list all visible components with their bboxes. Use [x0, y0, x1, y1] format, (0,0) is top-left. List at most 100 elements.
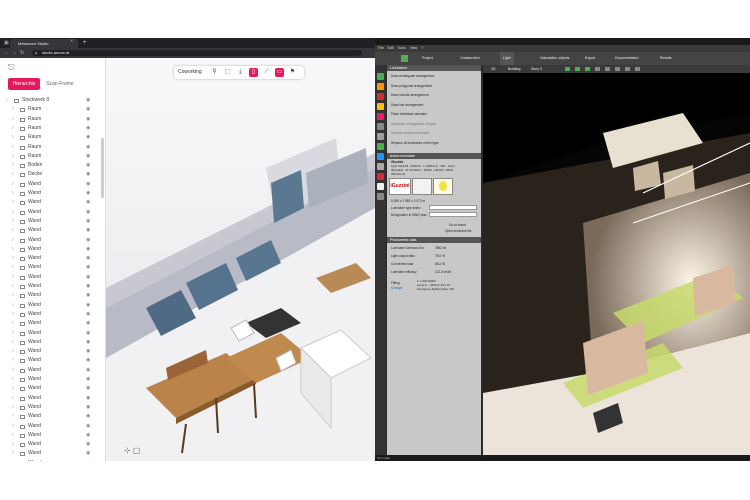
chevron-right-icon[interactable]: › [12, 356, 14, 365]
tool-icon[interactable] [377, 183, 384, 190]
marker-icon[interactable]: ⚑ [288, 68, 297, 77]
change-link[interactable]: Change [391, 286, 402, 290]
tree-item[interactable]: › Wand ◉ [6, 459, 100, 461]
eye-icon[interactable]: ◉ [86, 412, 90, 421]
luminaire-action[interactable]: Automatic arrangement of lights [391, 122, 436, 126]
tree-item[interactable]: › Wand ◉ [6, 208, 100, 217]
chevron-right-icon[interactable]: › [12, 366, 14, 375]
tree-item[interactable]: › Raum ◉ [6, 152, 100, 161]
chevron-right-icon[interactable]: › [12, 329, 14, 338]
chevron-right-icon[interactable]: › [12, 347, 14, 356]
chevron-right-icon[interactable]: › [6, 96, 8, 105]
eye-icon[interactable]: ◉ [86, 180, 90, 189]
measure-icon[interactable]: ⚲ [210, 68, 219, 77]
tool-icon[interactable] [377, 113, 384, 120]
back-icon[interactable]: ← [4, 48, 9, 58]
download-icon[interactable]: ⤓ [236, 68, 245, 77]
chevron-right-icon[interactable]: › [12, 180, 14, 189]
view-option-icon[interactable] [625, 67, 630, 71]
view-option-icon[interactable] [565, 67, 570, 71]
tree-item[interactable]: › Wand ◉ [6, 217, 100, 226]
eye-icon[interactable]: ◉ [86, 329, 90, 338]
tree-item[interactable]: › Raum ◉ [6, 143, 100, 152]
eye-icon[interactable]: ◉ [86, 217, 90, 226]
eye-icon[interactable]: ◉ [86, 124, 90, 133]
eye-icon[interactable]: ◉ [86, 254, 90, 263]
tree-item[interactable]: › Wand ◉ [6, 198, 100, 207]
eye-icon[interactable]: ◉ [86, 189, 90, 198]
eye-icon[interactable]: ◉ [86, 384, 90, 393]
tab-scan-frame[interactable]: Scan-Frame [42, 78, 78, 90]
eye-icon[interactable]: ◉ [86, 245, 90, 254]
logout-icon[interactable]: ⎋ [8, 63, 14, 73]
ribbon-tab[interactable]: Export [585, 52, 595, 65]
view-option-icon[interactable] [575, 67, 580, 71]
tree-item[interactable]: › Wand ◉ [6, 431, 100, 440]
graph-icon[interactable]: ⟋ [262, 68, 271, 77]
tab-menu-icon[interactable]: ▣ [4, 38, 9, 48]
view-option-icon[interactable] [635, 67, 640, 71]
3d-viewport[interactable]: Coworking ⚲ ⬚ ⤓ ▯ ⟋ ▭ ⚑ ⊹ ▢ [106, 58, 375, 461]
tool-icon[interactable] [377, 73, 384, 80]
tree-item[interactable]: › Wand ◉ [6, 384, 100, 393]
view-option-icon[interactable] [585, 67, 590, 71]
eye-icon[interactable]: ◉ [86, 319, 90, 328]
eye-icon[interactable]: ◉ [86, 291, 90, 300]
chevron-right-icon[interactable]: › [12, 263, 14, 272]
new-tab-icon[interactable]: + [83, 38, 87, 48]
luminaire-action[interactable]: Draw rectangular arrangement [391, 74, 434, 78]
tree-item[interactable]: › Wand ◉ [6, 189, 100, 198]
eye-icon[interactable]: ◉ [86, 375, 90, 384]
tool-icon[interactable] [377, 83, 384, 90]
tree-item[interactable]: › Wand ◉ [6, 422, 100, 431]
eye-icon[interactable]: ◉ [86, 403, 90, 412]
chevron-right-icon[interactable]: › [12, 394, 14, 403]
tree-item[interactable]: › Wand ◉ [6, 291, 100, 300]
chevron-right-icon[interactable]: › [12, 375, 14, 384]
tree-item[interactable]: › Wand ◉ [6, 282, 100, 291]
browser-tab[interactable]: Metaroom Studio [10, 39, 78, 48]
chevron-right-icon[interactable]: › [12, 449, 14, 458]
eye-icon[interactable]: ◉ [86, 459, 90, 461]
eye-icon[interactable]: ◉ [86, 236, 90, 245]
scene-tab[interactable]: 3D [491, 65, 495, 73]
tree-item[interactable]: › Wand ◉ [6, 356, 100, 365]
ribbon-tab[interactable]: Documentation [615, 52, 639, 65]
tree-item[interactable]: › Decke ◉ [6, 170, 100, 179]
view-icon[interactable]: ▭ [275, 68, 284, 77]
open-luminaire-list-button[interactable]: Open luminaire list [445, 229, 471, 233]
eye-icon[interactable]: ◉ [86, 152, 90, 161]
ribbon-tab[interactable]: Light [500, 52, 514, 65]
eye-icon[interactable]: ◉ [86, 143, 90, 152]
tree-item[interactable]: › Boden ◉ [6, 161, 100, 170]
eye-icon[interactable]: ◉ [86, 263, 90, 272]
sidebar-scrollbar[interactable] [101, 138, 104, 198]
app-menu-bar[interactable]: File Edit Tools View ? [375, 45, 750, 52]
tree-item[interactable]: › Wand ◉ [6, 338, 100, 347]
tree-item[interactable]: › Wand ◉ [6, 254, 100, 263]
tree-item[interactable]: › Wand ◉ [6, 236, 100, 245]
field-input[interactable] [429, 212, 477, 217]
chevron-right-icon[interactable]: › [12, 152, 14, 161]
copy-icon[interactable]: ▯ [249, 68, 258, 77]
eye-icon[interactable]: ◉ [86, 366, 90, 375]
chevron-right-icon[interactable]: › [12, 217, 14, 226]
chevron-right-icon[interactable]: › [12, 459, 14, 461]
luminaire-action[interactable]: Replace all luminaires of this type [391, 141, 438, 145]
chevron-right-icon[interactable]: › [12, 198, 14, 207]
tree-item[interactable]: › Wand ◉ [6, 263, 100, 272]
tree-item[interactable]: › Wand ◉ [6, 449, 100, 458]
tree-item[interactable]: › Wand ◉ [6, 245, 100, 254]
tool-icon[interactable] [377, 153, 384, 160]
tree-item[interactable]: › Wand ◉ [6, 273, 100, 282]
chevron-right-icon[interactable]: › [12, 245, 14, 254]
chevron-right-icon[interactable]: › [12, 403, 14, 412]
tree-item[interactable]: › Wand ◉ [6, 440, 100, 449]
tab-hierarchie[interactable]: Hierarchie [8, 78, 40, 90]
scene-tab[interactable]: Story 0 [531, 65, 542, 73]
eye-icon[interactable]: ◉ [86, 208, 90, 217]
eye-icon[interactable]: ◉ [86, 338, 90, 347]
close-tab-icon[interactable]: ✕ [70, 38, 73, 43]
chevron-right-icon[interactable]: › [12, 115, 14, 124]
tool-icon[interactable] [377, 163, 384, 170]
